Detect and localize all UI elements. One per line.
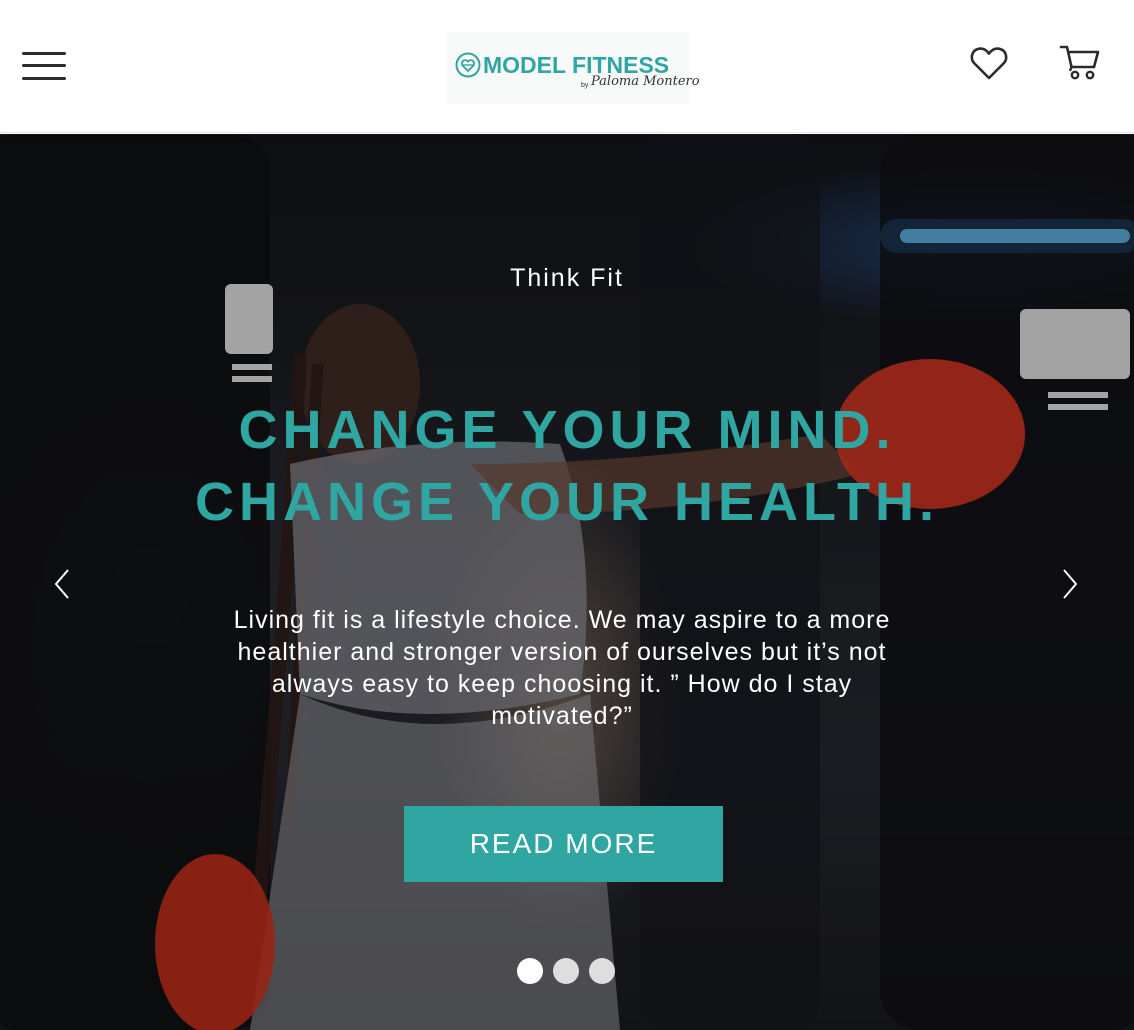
- carousel-dot-3[interactable]: [589, 958, 615, 984]
- cart-icon-svg: [1059, 45, 1100, 80]
- prev-arrow-svg: [54, 569, 69, 599]
- site-logo[interactable]: MODEL FITNESS by Paloma Montero: [447, 32, 700, 104]
- shopping-cart-icon[interactable]: [1059, 43, 1101, 81]
- carousel-dot-2[interactable]: [553, 958, 579, 984]
- next-arrow-svg: [1063, 569, 1078, 599]
- heart-dumbbell-logo-icon: [455, 52, 481, 78]
- carousel-dot-1[interactable]: [517, 958, 543, 984]
- heart-icon[interactable]: [969, 44, 1009, 82]
- hero-slider: Think Fit CHANGE YOUR MIND. CHANGE YOUR …: [0, 134, 1134, 1030]
- heart-icon-svg: [970, 47, 1008, 80]
- menu-line: [22, 64, 66, 67]
- chevron-left-icon[interactable]: [50, 566, 74, 602]
- menu-line: [22, 77, 66, 80]
- hero-body-text: Living fit is a lifestyle choice. We may…: [233, 606, 891, 730]
- read-more-button[interactable]: READ MORE: [404, 806, 723, 882]
- logo-signature: Paloma Montero: [591, 74, 700, 89]
- headline-line-1: CHANGE YOUR MIND.: [238, 400, 896, 460]
- hamburger-menu-icon[interactable]: [22, 49, 68, 83]
- menu-line: [22, 52, 66, 55]
- site-header: MODEL FITNESS by Paloma Montero: [0, 0, 1134, 133]
- chevron-right-icon[interactable]: [1058, 566, 1082, 602]
- hero-eyebrow: Think Fit: [510, 264, 624, 292]
- headline-line-2: CHANGE YOUR HEALTH.: [194, 472, 940, 532]
- carousel-dots: [517, 958, 615, 984]
- logo-by-text: by: [581, 82, 589, 89]
- hero-headline: CHANGE YOUR MIND. CHANGE YOUR HEALTH.: [0, 394, 1134, 538]
